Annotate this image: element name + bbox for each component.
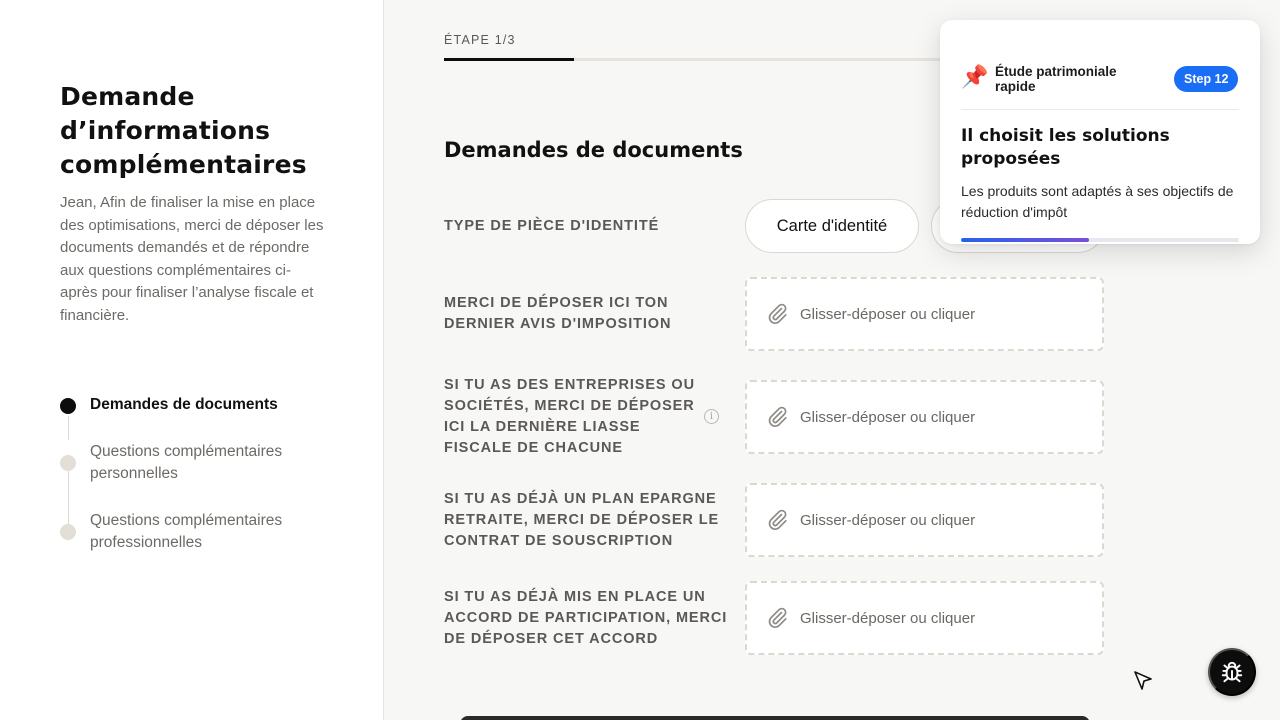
dropzone-text: Glisser-déposer ou cliquer [800,305,976,323]
info-icon[interactable]: i [704,409,719,424]
step-badge: Step 12 [1174,66,1239,92]
popover-heading: Il choisit les solutions proposées [961,126,1170,169]
progress-bar [444,58,964,61]
upload-dropzone-fiscal-bundle[interactable]: Glisser-déposer ou cliquer [745,380,1104,454]
upload-dropzone-participation[interactable]: Glisser-déposer ou cliquer [745,581,1104,655]
dropzone-text: Glisser-déposer ou cliquer [800,408,976,426]
id-type-option-id-card[interactable]: Carte d'identité [745,199,919,253]
progress-label: ÉTAPE 1/3 [444,33,516,47]
paperclip-icon [768,509,787,531]
upload-label-tax-notice: MERCI DE DÉPOSER ICI TON DERNIER AVIS D'… [444,295,672,332]
page-title: Demande d’informations complémentaires [60,82,307,179]
popover-title: Étude patrimoniale rapide [995,64,1117,94]
step-label: Demandes de documents [90,396,278,413]
step-label: Questions complémentaires professionnell… [90,512,283,551]
upload-dropzone-tax-notice[interactable]: Glisser-déposer ou cliquer [745,277,1104,351]
mouse-cursor-icon [1134,671,1152,690]
bug-icon [1221,661,1243,683]
upload-dropzone-per-contract[interactable]: Glisser-déposer ou cliquer [745,483,1104,557]
pushpin-icon: 📌 [961,64,989,89]
upload-label-per-contract: SI TU AS DÉJÀ UN PLAN EPARGNE RETRAITE, … [444,491,720,549]
tour-popover: 📌 Étude patrimoniale rapide Step 12 Il c… [940,20,1260,244]
upload-label-fiscal-bundle: SI TU AS DES ENTREPRISES OU SOCIÉTÉS, ME… [444,377,695,456]
dropzone-text: Glisser-déposer ou cliquer [800,511,976,529]
section-title: Demandes de documents [444,138,743,162]
progress-fill [444,58,574,61]
step-indicator [60,455,76,471]
step-connector [67,470,69,524]
paperclip-icon [768,607,787,629]
step-connector [67,416,69,440]
step-label: Questions complémentaires personnelles [90,443,283,482]
upload-label-participation: SI TU AS DÉJÀ MIS EN PLACE UN ACCORD DE … [444,589,728,647]
step-indicator-active [60,398,76,414]
intro-text: Jean, Afin de finaliser la mise en place… [60,194,324,324]
bug-report-button[interactable] [1208,648,1256,696]
divider [961,109,1239,110]
id-type-label: TYPE DE PIÈCE D'IDENTITÉ [444,218,660,234]
sidebar: Demande d’informations complémentaires J… [0,0,384,720]
dropzone-text: Glisser-déposer ou cliquer [800,609,976,627]
continue-button[interactable] [460,716,1090,720]
popover-progress-fill [961,238,1089,242]
paperclip-icon [768,406,787,428]
step-indicator [60,524,76,540]
paperclip-icon [768,303,787,325]
popover-body: Les produits sont adaptés à ses objectif… [961,183,1234,220]
popover-progress-bar [961,238,1239,242]
